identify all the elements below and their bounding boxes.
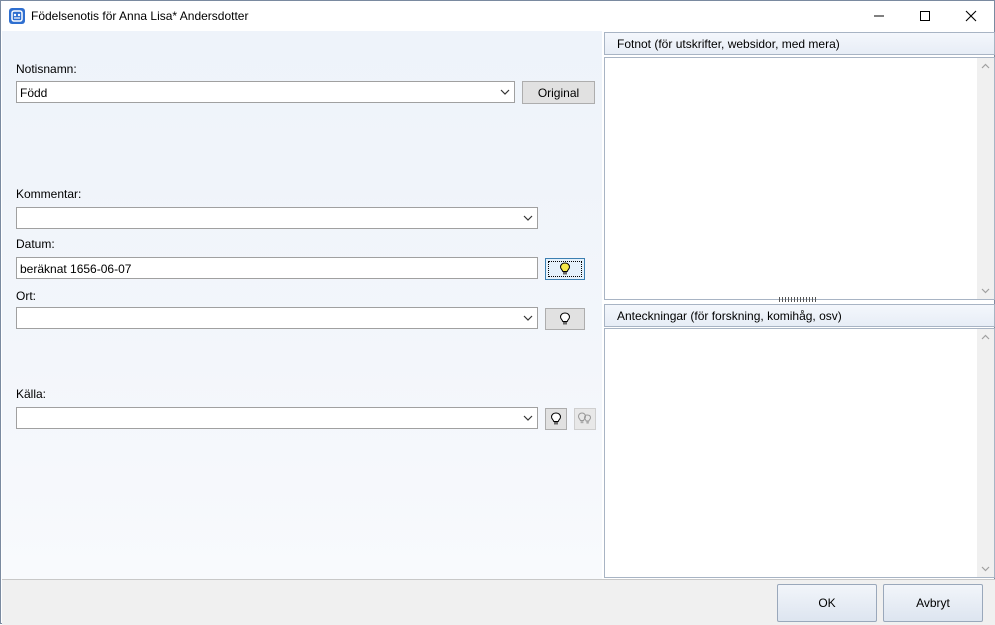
datum-value: beräknat 1656-06-07 <box>20 262 132 276</box>
kalla-lookup-button[interactable] <box>545 408 567 430</box>
multi-lightbulb-icon <box>577 412 592 424</box>
kalla-label: Källa: <box>16 387 47 401</box>
fotnot-scrollbar[interactable] <box>977 58 994 299</box>
minimize-button[interactable] <box>856 1 902 31</box>
panel-splitter[interactable] <box>779 297 817 302</box>
original-button[interactable]: Original <box>522 81 595 104</box>
form-panel <box>2 31 602 579</box>
kommentar-label: Kommentar: <box>16 187 82 201</box>
cancel-button[interactable]: Avbryt <box>883 584 983 622</box>
close-button[interactable] <box>948 1 994 31</box>
chevron-down-icon[interactable] <box>980 563 991 574</box>
chevron-down-icon <box>523 215 533 221</box>
datum-label: Datum: <box>16 237 55 251</box>
chevron-up-icon[interactable] <box>980 332 991 343</box>
window-title: Födelsenotis för Anna Lisa* Andersdotter <box>31 9 249 23</box>
dialog-button-bar: OK Avbryt <box>2 579 995 625</box>
anteckningar-header-label: Anteckningar (för forskning, komihåg, os… <box>617 309 842 323</box>
chevron-down-icon <box>500 89 510 95</box>
datum-input[interactable]: beräknat 1656-06-07 <box>16 257 538 279</box>
kalla-combobox[interactable] <box>16 407 538 429</box>
app-icon <box>9 8 25 24</box>
minimize-icon <box>874 15 884 17</box>
close-icon <box>965 10 977 22</box>
maximize-button[interactable] <box>902 1 948 31</box>
ort-lookup-button[interactable] <box>545 308 585 330</box>
maximize-icon <box>920 11 930 21</box>
kommentar-combobox[interactable] <box>16 207 538 229</box>
fotnot-textarea[interactable] <box>604 57 995 300</box>
dialog-window: Födelsenotis för Anna Lisa* Andersdotter… <box>0 0 995 625</box>
lightbulb-icon <box>559 262 571 275</box>
anteckningar-scrollbar[interactable] <box>977 329 994 577</box>
lightbulb-icon <box>559 312 571 325</box>
chevron-down-icon[interactable] <box>980 285 991 296</box>
notisnamn-value: Född <box>20 86 48 100</box>
lightbulb-icon <box>550 412 562 425</box>
chevron-down-icon <box>523 315 533 321</box>
notisnamn-combobox[interactable]: Född <box>16 81 515 103</box>
datum-lookup-button[interactable] <box>545 258 585 280</box>
ok-button[interactable]: OK <box>777 584 877 622</box>
anteckningar-textarea[interactable] <box>604 328 995 578</box>
fotnot-header: Fotnot (för utskrifter, websidor, med me… <box>604 32 995 55</box>
notisnamn-label: Notisnamn: <box>16 62 77 76</box>
chevron-down-icon <box>523 415 533 421</box>
anteckningar-header: Anteckningar (för forskning, komihåg, os… <box>604 304 995 327</box>
fotnot-header-label: Fotnot (för utskrifter, websidor, med me… <box>617 37 840 51</box>
ort-label: Ort: <box>16 289 36 303</box>
ort-combobox[interactable] <box>16 307 538 329</box>
kalla-multi-lookup-button[interactable] <box>574 408 596 430</box>
chevron-up-icon[interactable] <box>980 61 991 72</box>
title-bar[interactable]: Födelsenotis för Anna Lisa* Andersdotter <box>1 1 994 31</box>
